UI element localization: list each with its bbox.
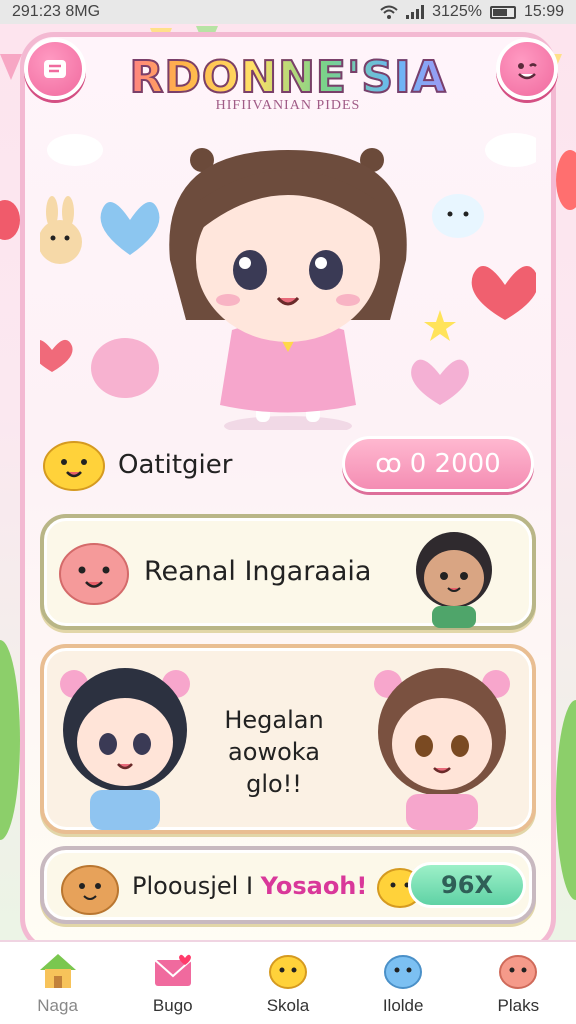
smiley-face-icon — [518, 63, 537, 80]
bottom-nav: Naga Bugo Skola Ilolde Plaks — [0, 940, 576, 1024]
house-icon — [39, 954, 76, 988]
yellow-blob-mascot-icon — [43, 441, 105, 491]
battery-icon — [489, 5, 516, 19]
side-balloon-left — [0, 200, 20, 240]
currency-symbol: ꝏ — [375, 449, 402, 479]
blue-heart-decoration — [100, 202, 160, 255]
yellow-blob-icon — [268, 955, 307, 989]
orange-blob-icon — [499, 955, 538, 989]
scroll-menu-icon — [44, 60, 66, 78]
pink-blob-mascot-icon — [59, 543, 129, 605]
card-2-label: Hegalan aowoka glo!! — [194, 704, 354, 800]
black-hair-girl-icon — [60, 668, 190, 830]
status-time-left: 291:23 8MG — [12, 3, 101, 20]
card-3-label-text: Ploousjel I — [132, 872, 254, 900]
star-decoration — [424, 310, 456, 341]
nav-label-mobile: Ilolde — [382, 996, 424, 1015]
side-bush-left — [0, 640, 20, 840]
nav-item-plaks[interactable]: Plaks — [468, 950, 568, 1016]
game-title: RDONNE'SIA — [110, 51, 466, 104]
menu-card-2[interactable]: Hegalan aowoka glo!! — [40, 644, 536, 834]
signal-icon — [406, 5, 425, 19]
nav-item-school[interactable]: Skola — [238, 950, 338, 1016]
profile-button[interactable] — [496, 38, 558, 100]
cat-mascot-icon — [432, 194, 484, 238]
pink-heart-decoration — [411, 359, 469, 405]
battery-percent: 3125% — [432, 3, 482, 20]
nav-label-school: Skola — [266, 996, 310, 1015]
nav-item-mobile[interactable]: Ilolde — [353, 950, 453, 1016]
envelope-heart-icon — [154, 954, 192, 986]
card-1-label: Reanal Ingaraaia — [144, 556, 372, 587]
card-2-label-line-1: Hegalan — [224, 706, 324, 734]
orange-blob-mascot-icon — [61, 865, 119, 915]
status-time-right: 15:99 — [523, 3, 564, 20]
card-3-label: Ploousjel I Yosaoh! — [132, 872, 367, 900]
card-3-label-accent: Yosaoh! — [260, 872, 368, 900]
game-subtitle: HIFIIVANIAN PIDES — [215, 98, 361, 113]
menu-card-3[interactable]: Ploousjel I Yosaoh! 96X — [40, 846, 536, 924]
hero-scene — [40, 133, 536, 430]
red-heart-decoration — [471, 266, 536, 320]
currency-value: 0 2000 — [409, 449, 501, 479]
currency-label: Oatitgier — [118, 450, 233, 480]
side-balloon-right — [556, 150, 576, 210]
bunny-mascot-icon — [40, 196, 82, 264]
pink-bubble-decoration — [91, 338, 159, 398]
status-bar: 291:23 8MG 3125% 15:99 — [0, 0, 576, 24]
dark-hair-girl-icon — [416, 532, 492, 628]
wifi-icon — [380, 5, 398, 19]
brown-hair-girl-icon — [374, 668, 510, 830]
nav-item-mail[interactable]: Bugo — [123, 950, 223, 1016]
small-heart-decoration — [40, 340, 73, 372]
blue-blob-icon — [384, 955, 423, 989]
currency-row: Oatitgier ꝏ 0 2000 — [40, 430, 536, 500]
currency-value-button[interactable]: ꝏ 0 2000 — [342, 436, 534, 492]
status-indicators: 3125% 15:99 — [380, 3, 564, 21]
nav-label-plaks: Plaks — [497, 996, 540, 1015]
card-2-label-line-2: aowoka — [228, 738, 320, 766]
side-bush-right — [556, 700, 576, 900]
menu-button[interactable] — [24, 38, 86, 100]
nav-item-home[interactable]: Naga — [8, 950, 108, 1016]
nav-label-mail: Bugo — [152, 996, 193, 1015]
nav-label-home: Naga — [37, 996, 78, 1015]
card-2-label-line-3: glo!! — [246, 770, 302, 798]
girl-character-image — [169, 148, 407, 430]
menu-card-1[interactable]: Reanal Ingaraaia — [40, 514, 536, 630]
card-3-value-pill[interactable]: 96X — [408, 862, 526, 908]
